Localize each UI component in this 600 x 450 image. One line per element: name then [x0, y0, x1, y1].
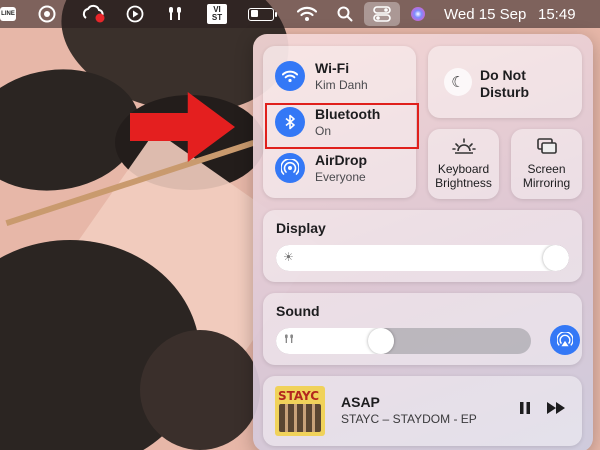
- keyboard-brightness-tile[interactable]: Keyboard Brightness: [428, 129, 499, 199]
- screen-mirroring-tile[interactable]: Screen Mirroring: [511, 129, 582, 199]
- volume-slider-knob[interactable]: [368, 328, 394, 354]
- bluetooth-highlight-box: [265, 103, 419, 149]
- airplay-icon[interactable]: [550, 325, 580, 355]
- control-center-icon[interactable]: [364, 2, 400, 26]
- display-tile: Display ☀: [263, 210, 582, 282]
- wifi-icon: [275, 61, 305, 91]
- volume-slider[interactable]: [276, 328, 531, 354]
- sun-icon: ☀: [283, 250, 294, 264]
- battery-icon[interactable]: [248, 4, 277, 24]
- control-center-panel: Wi-Fi Kim Danh Bluetooth On AirDrop Ever…: [253, 34, 593, 450]
- display-slider-fill: [276, 245, 569, 271]
- wifi-toggle[interactable]: Wi-Fi Kim Danh: [275, 60, 368, 92]
- search-icon[interactable]: [337, 4, 353, 24]
- airpods-icon[interactable]: [166, 4, 184, 24]
- play-icon[interactable]: [126, 4, 144, 24]
- display-title: Display: [276, 220, 326, 236]
- album-logo: STAYC: [278, 389, 320, 403]
- creative-cloud-icon[interactable]: [82, 4, 108, 24]
- airdrop-title: AirDrop: [315, 152, 368, 168]
- menu-bar: LINE VI ST Wed 15 Sep 15:49: [0, 0, 600, 28]
- keyboard-brightness-label: Keyboard Brightness: [435, 162, 492, 190]
- keyboard-brightness-icon: [428, 137, 499, 160]
- moon-icon: ☾: [444, 68, 472, 96]
- album-art[interactable]: STAYC: [275, 386, 325, 436]
- siri-icon[interactable]: [410, 4, 426, 24]
- menubar-time[interactable]: 15:49: [538, 4, 576, 24]
- wifi-title: Wi-Fi: [315, 60, 350, 76]
- wifi-icon[interactable]: [297, 4, 317, 24]
- airpods-sound-icon: [283, 333, 295, 348]
- airdrop-icon: [275, 153, 305, 183]
- screen-mirroring-label: Screen Mirroring: [522, 162, 571, 190]
- now-playing-tile: STAYC ASAP STAYC – STAYDOM - EP: [263, 376, 582, 446]
- airdrop-toggle[interactable]: AirDrop Everyone: [275, 152, 367, 184]
- pause-icon[interactable]: [518, 400, 532, 421]
- record-icon[interactable]: [38, 4, 56, 24]
- sound-title: Sound: [276, 303, 320, 319]
- vist-icon[interactable]: VI ST: [207, 4, 227, 24]
- song-artist: STAYC – STAYDOM - EP: [341, 412, 477, 426]
- airdrop-status: Everyone: [315, 170, 366, 184]
- menubar-date[interactable]: Wed 15 Sep: [444, 4, 526, 24]
- display-brightness-slider[interactable]: ☀: [276, 245, 569, 271]
- display-slider-knob[interactable]: [543, 245, 569, 271]
- dnd-label: Do Not Disturb: [480, 67, 529, 100]
- sound-tile: Sound: [263, 293, 582, 365]
- forward-icon[interactable]: [546, 400, 566, 421]
- do-not-disturb-tile[interactable]: ☾ Do Not Disturb: [428, 46, 582, 118]
- wifi-network-name: Kim Danh: [315, 78, 368, 92]
- line-icon[interactable]: LINE: [0, 7, 16, 21]
- song-title: ASAP: [341, 394, 380, 410]
- screen-mirroring-icon: [511, 137, 582, 160]
